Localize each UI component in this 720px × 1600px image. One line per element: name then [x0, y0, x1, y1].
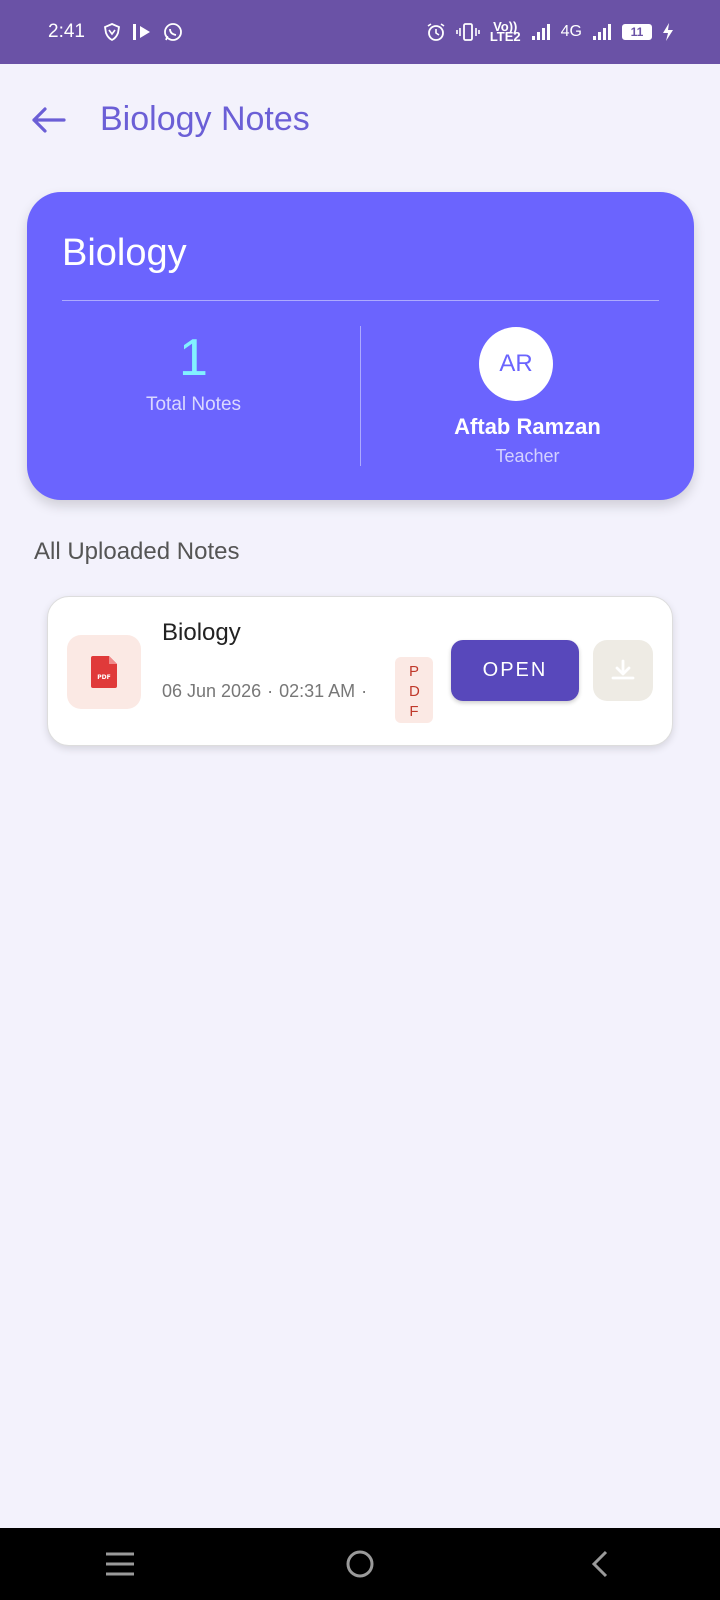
home-circle-icon: [346, 1550, 374, 1578]
status-bar-left: 2:41: [48, 21, 183, 43]
arrow-left-icon: [32, 107, 66, 133]
app-header: Biology Notes: [0, 64, 720, 180]
note-meta: 06 Jun 2026 · 02:31 AM ·: [162, 681, 368, 701]
system-nav-bar: [0, 1528, 720, 1600]
teacher-avatar: AR: [479, 327, 553, 401]
note-title: Biology: [162, 619, 241, 646]
lte-text: LTE2: [489, 29, 521, 44]
section-heading: All Uploaded Notes: [34, 538, 240, 565]
note-time: 02:31 AM: [279, 681, 356, 701]
total-notes-label: Total Notes: [145, 394, 242, 415]
total-notes-count: 1: [179, 329, 208, 387]
signal-icon: [531, 21, 551, 43]
subject-summary-card: Biology 1 Total Notes AR Aftab Ramzan Te…: [27, 192, 694, 500]
download-button[interactable]: [593, 640, 653, 701]
chevron-left-icon: [591, 1550, 608, 1578]
back-button[interactable]: [28, 100, 68, 140]
recent-apps-button[interactable]: [90, 1534, 150, 1594]
alarm-icon: [426, 21, 446, 43]
back-nav-button[interactable]: [570, 1534, 630, 1594]
home-button[interactable]: [330, 1534, 390, 1594]
file-type-badge: PDF: [395, 657, 433, 723]
teacher-role: Teacher: [495, 446, 560, 466]
volte-indicator: Vo)) LTE2: [489, 20, 521, 44]
card-vertical-divider: [360, 326, 361, 466]
status-time: 2:41: [48, 21, 85, 42]
vibrate-icon: [456, 21, 480, 43]
open-button[interactable]: OPEN: [451, 640, 579, 701]
vpn-shield-icon: [103, 21, 121, 43]
subject-name: Biology: [62, 232, 187, 274]
status-bar-right: Vo)) LTE2 4G 11: [426, 20, 674, 44]
network-type: 4G: [560, 23, 582, 40]
card-divider: [62, 300, 659, 301]
stream-icon: [131, 21, 153, 43]
battery-indicator: 11: [622, 24, 652, 40]
signal-icon-2: [592, 21, 612, 43]
file-icon-container: PDF: [67, 635, 141, 709]
teacher-name: Aftab Ramzan: [454, 414, 601, 439]
menu-icon: [106, 1552, 134, 1576]
page-title: Biology Notes: [100, 100, 310, 138]
whatsapp-icon: [163, 21, 183, 43]
pdf-file-icon: PDF: [91, 656, 117, 688]
download-icon: [611, 659, 635, 679]
file-type-label: PDF: [409, 662, 420, 720]
svg-text:PDF: PDF: [97, 674, 110, 681]
charging-bolt-icon: [662, 21, 674, 43]
note-card[interactable]: PDF Biology 06 Jun 2026 · 02:31 AM · PDF OP…: [47, 596, 673, 746]
note-date: 06 Jun 2026: [162, 681, 262, 701]
status-bar: 2:41 Vo)) LTE2 4G 11: [0, 0, 720, 64]
